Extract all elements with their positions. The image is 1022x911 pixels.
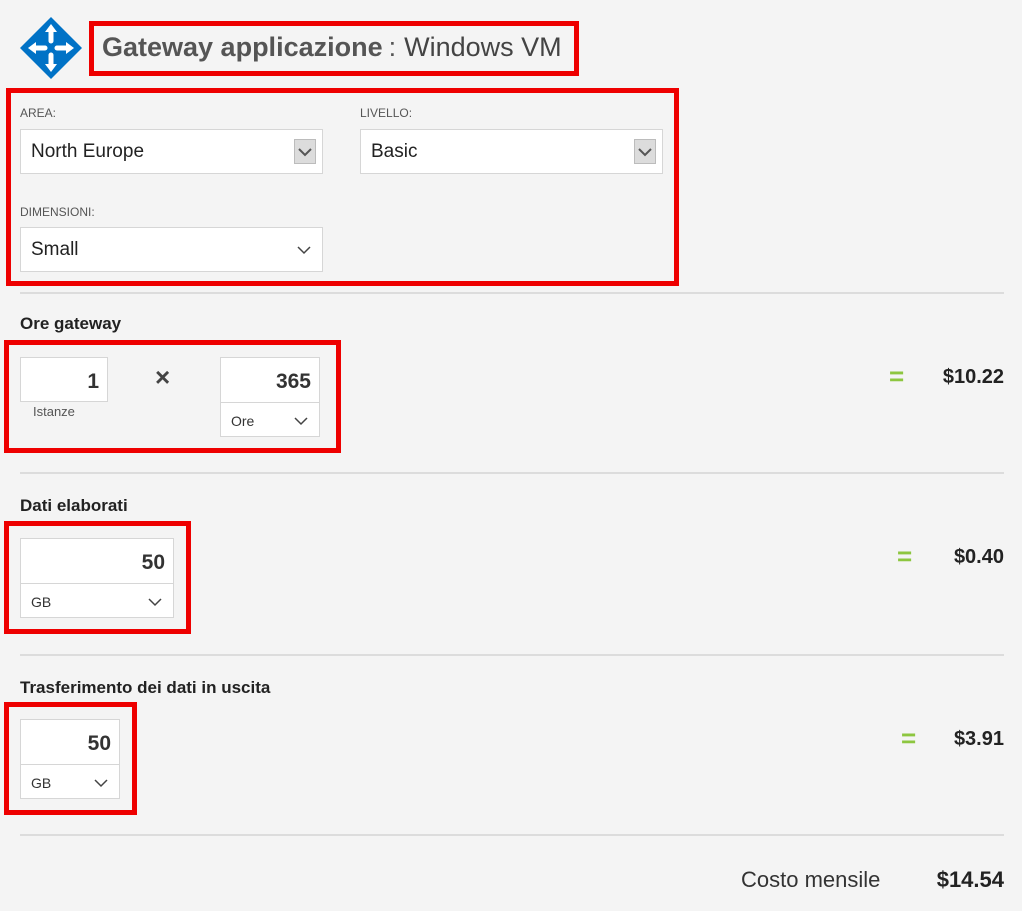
instances-input[interactable]: 1 (20, 357, 108, 402)
equals-sign: = (889, 361, 905, 391)
service-subtitle: Windows VM (404, 32, 562, 62)
outbound-transfer-unit-value: GB (31, 775, 52, 791)
divider (20, 654, 1004, 656)
divider (20, 472, 1004, 474)
tier-value: Basic (371, 141, 418, 162)
multiply-symbol: × (155, 362, 171, 392)
application-gateway-icon (19, 16, 83, 80)
tier-dropdown-button[interactable] (634, 139, 656, 164)
outbound-transfer-unit-select[interactable]: GB (21, 764, 119, 800)
area-dropdown-button[interactable] (294, 139, 316, 164)
service-name: Gateway applicazione (102, 32, 383, 62)
hours-unit-value: Ore (231, 413, 255, 429)
outbound-transfer-title: Trasferimento dei dati in uscita (20, 678, 271, 697)
data-processed-value: 50 (141, 551, 165, 574)
data-processed-price: $0.40 (953, 546, 1004, 568)
tier-label: LIVELLO: (360, 106, 413, 120)
chevron-down-icon (294, 417, 308, 426)
data-processed-unit-value: GB (31, 594, 52, 610)
area-select[interactable]: North Europe (20, 129, 323, 174)
area-value: North Europe (31, 141, 145, 162)
tier-select[interactable]: Basic (360, 129, 663, 174)
size-value: Small (31, 239, 79, 260)
monthly-cost-price: $14.54 (936, 867, 1004, 892)
hours-unit-select[interactable]: Ore (221, 402, 319, 438)
instances-value: 1 (87, 370, 99, 393)
data-processed-input[interactable]: 50 GB (20, 538, 174, 618)
data-processed-unit-select[interactable]: GB (21, 583, 173, 619)
divider (20, 834, 1004, 836)
monthly-cost-label: Costo mensile (741, 867, 881, 892)
hours-value: 365 (275, 370, 311, 393)
outbound-transfer-value: 50 (87, 732, 111, 755)
equals-sign: = (901, 723, 917, 753)
gateway-hours-title: Ore gateway (20, 314, 122, 333)
chevron-down-icon (94, 779, 108, 788)
data-processed-title: Dati elaborati (20, 496, 128, 515)
page-title: Gateway applicazione: Windows VM (102, 32, 562, 63)
area-label: AREA: (20, 106, 57, 120)
equals-sign: = (897, 541, 913, 571)
hours-input[interactable]: 365 Ore (220, 357, 320, 437)
gateway-hours-price: $10.22 (942, 366, 1004, 388)
instances-label: Istanze (33, 404, 75, 419)
divider (20, 292, 1004, 294)
chevron-down-icon (297, 246, 311, 255)
title-separator: : (388, 32, 397, 62)
outbound-transfer-price: $3.91 (953, 728, 1004, 750)
size-select[interactable]: Small (20, 227, 323, 272)
size-label: DIMENSIONI: (20, 205, 95, 219)
outbound-transfer-input[interactable]: 50 GB (20, 719, 120, 799)
chevron-down-icon (148, 598, 162, 607)
